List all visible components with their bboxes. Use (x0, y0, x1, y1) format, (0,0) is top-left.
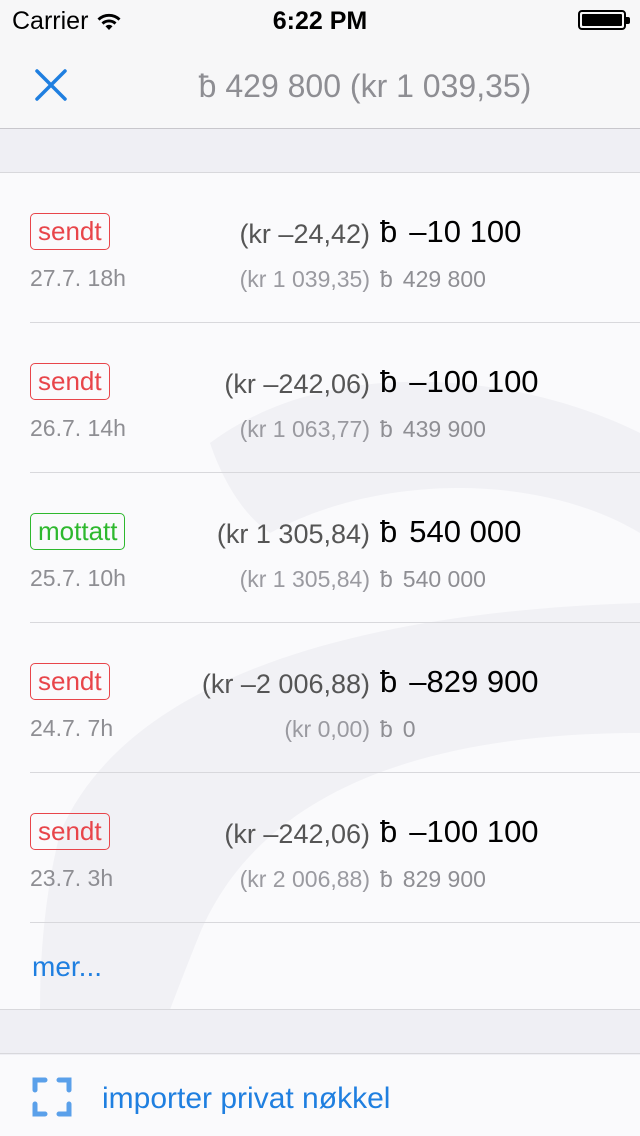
currency-symbol: ƀ (380, 664, 398, 699)
currency-symbol: ƀ (380, 866, 393, 892)
section-spacer (0, 1010, 640, 1054)
currency-symbol: ƀ (380, 716, 393, 742)
transaction-list: sendt 27.7. 18h (kr –24,42) ƀ –10 100 (kr… (0, 173, 640, 1010)
balance-value: 829 900 (402, 866, 486, 892)
transaction-row[interactable]: mottatt 25.7. 10h (kr 1 305,84) ƀ 540 000… (0, 473, 640, 623)
status-badge: sendt (30, 813, 110, 850)
running-balance: ƀ 540 000 (380, 566, 486, 593)
currency-symbol: ƀ (380, 566, 393, 592)
transaction-row[interactable]: sendt 26.7. 14h (kr –242,06) ƀ –100 100 (… (0, 323, 640, 473)
transaction-fiat-amount: (kr 1 305,84) (216, 519, 370, 549)
transaction-fiat-amount: (kr –2 006,88) (201, 669, 370, 699)
balance-value: 429 800 (402, 266, 486, 292)
transaction-fiat-amount: (kr –242,06) (224, 369, 370, 399)
transaction-date: 26.7. 14h (30, 415, 126, 441)
transaction-amount: ƀ –100 100 (380, 814, 539, 850)
import-label: importer privat nøkkel (102, 1082, 391, 1115)
currency-symbol: ƀ (380, 814, 398, 849)
close-icon[interactable] (28, 62, 74, 108)
transaction-fiat-amount: (kr –24,42) (239, 219, 370, 249)
balance-value: 540 000 (402, 566, 486, 592)
running-balance: ƀ 439 900 (380, 416, 486, 443)
transaction-date: 23.7. 3h (30, 865, 114, 891)
transaction-row[interactable]: sendt 27.7. 18h (kr –24,42) ƀ –10 100 (kr… (0, 173, 640, 323)
navigation-bar: ƀ 429 800 (kr 1 039,35) (0, 40, 640, 129)
balance-value: 439 900 (402, 416, 486, 442)
balance-fiat: (kr 0,00) (284, 716, 370, 742)
transaction-row[interactable]: sendt 24.7. 7h (kr –2 006,88) ƀ –829 900 … (0, 623, 640, 773)
balance-fiat: (kr 1 039,35) (239, 266, 370, 292)
amount-value: –100 100 (409, 814, 539, 849)
transaction-date: 24.7. 7h (30, 715, 114, 741)
amount-value: –10 100 (409, 214, 522, 249)
running-balance: ƀ0 (380, 716, 416, 743)
balance-fiat: (kr 1 305,84) (239, 566, 370, 592)
currency-symbol: ƀ (380, 214, 398, 249)
transaction-amount: ƀ –829 900 (380, 664, 539, 700)
running-balance: ƀ 829 900 (380, 866, 486, 893)
running-balance: ƀ 429 800 (380, 266, 486, 293)
status-badge: sendt (30, 363, 110, 400)
import-private-key-button[interactable]: importer privat nøkkel (0, 1055, 640, 1136)
currency-symbol: ƀ (380, 514, 398, 549)
transaction-amount: ƀ –100 100 (380, 364, 539, 400)
balance-fiat: (kr 2 006,88) (239, 866, 370, 892)
row-divider (30, 922, 640, 923)
page-title: ƀ 429 800 (kr 1 039,35) (198, 68, 532, 104)
transaction-fiat-amount: (kr –242,06) (224, 819, 370, 849)
amount-value: 540 000 (409, 514, 522, 549)
balance-value: 0 (402, 716, 416, 742)
section-spacer (0, 129, 640, 173)
transaction-row[interactable]: sendt 23.7. 3h (kr –242,06) ƀ –100 100 (k… (0, 773, 640, 923)
transaction-amount: ƀ 540 000 (380, 514, 521, 550)
amount-value: –829 900 (409, 664, 539, 699)
transaction-date: 25.7. 10h (30, 565, 126, 591)
amount-value: –100 100 (409, 364, 539, 399)
currency-symbol: ƀ (380, 266, 393, 292)
scan-qr-icon (32, 1077, 72, 1117)
battery-icon (578, 10, 630, 30)
status-bar: Carrier 6:22 PM (0, 0, 640, 40)
currency-symbol: ƀ (380, 416, 393, 442)
status-badge: sendt (30, 213, 110, 250)
transaction-amount: ƀ –10 100 (380, 214, 521, 250)
currency-symbol: ƀ (380, 364, 398, 399)
status-badge: mottatt (30, 513, 126, 550)
status-time: 6:22 PM (272, 7, 368, 35)
status-badge: sendt (30, 663, 110, 700)
balance-fiat: (kr 1 063,77) (239, 416, 370, 442)
transaction-date: 27.7. 18h (30, 265, 126, 291)
more-link[interactable]: mer... (32, 951, 102, 983)
